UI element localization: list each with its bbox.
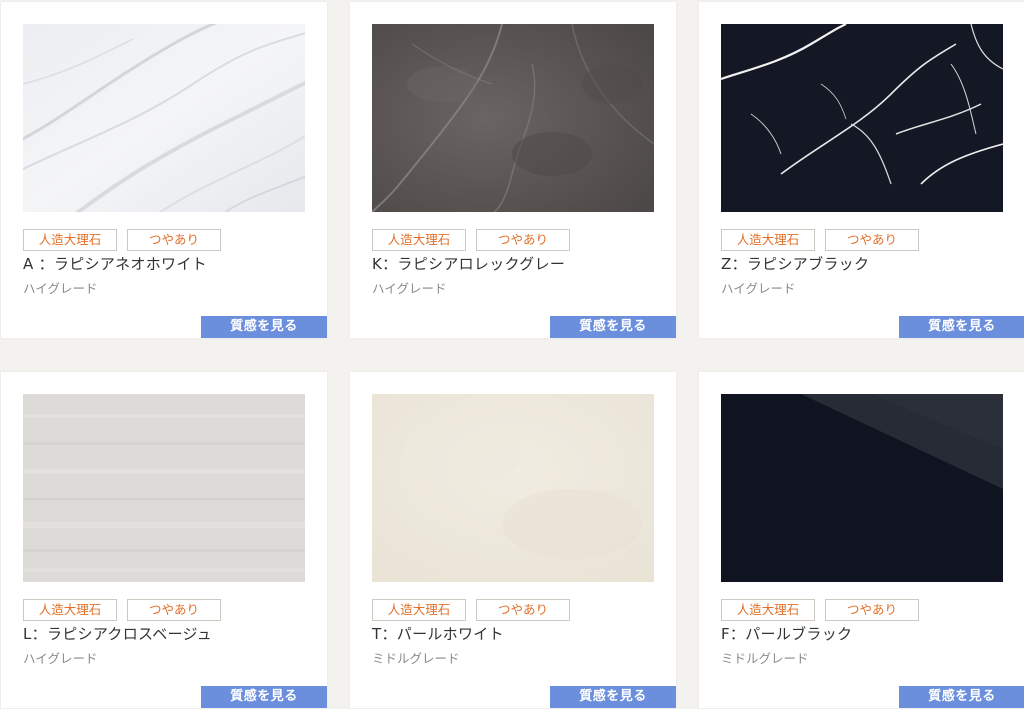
finish-tag: つやあり [127,599,221,621]
product-name: Z：ラピシアブラック [721,255,870,273]
material-tag: 人造大理石 [23,599,117,621]
material-tag: 人造大理石 [372,229,466,251]
product-card: 人造大理石 つやあり L：ラピシアクロスベージュ ハイグレード 質感を見る [1,372,327,708]
view-texture-button[interactable]: 質感を見る [201,316,327,338]
product-grade: ミドルグレード [721,651,809,666]
product-name: T：パールホワイト [372,625,504,643]
view-texture-button[interactable]: 質感を見る [550,686,676,708]
finish-tag: つやあり [127,229,221,251]
finish-tag: つやあり [825,599,919,621]
material-tag: 人造大理石 [23,229,117,251]
product-card: 人造大理石 つやあり K：ラピシアロレックグレー ハイグレード 質感を見る [350,2,676,338]
product-grade: ミドルグレード [372,651,460,666]
product-swatch-image[interactable] [23,394,305,582]
product-swatch-image[interactable] [372,24,654,212]
product-grade: ハイグレード [23,281,98,296]
product-swatch-image[interactable] [721,394,1003,582]
finish-tag: つやあり [476,229,570,251]
product-swatch-image[interactable] [23,24,305,212]
material-tag: 人造大理石 [721,599,815,621]
view-texture-button[interactable]: 質感を見る [201,686,327,708]
view-texture-button[interactable]: 質感を見る [899,316,1024,338]
material-tag: 人造大理石 [721,229,815,251]
view-texture-button[interactable]: 質感を見る [899,686,1024,708]
product-grade: ハイグレード [721,281,796,296]
product-swatch-image[interactable] [721,24,1003,212]
product-grade: ハイグレード [23,651,98,666]
finish-tag: つやあり [825,229,919,251]
product-grade: ハイグレード [372,281,447,296]
product-card: 人造大理石 つやあり T：パールホワイト ミドルグレード 質感を見る [350,372,676,708]
product-name: A ：ラピシアネオホワイト [23,255,207,273]
product-name: K：ラピシアロレックグレー [372,255,566,273]
view-texture-button[interactable]: 質感を見る [550,316,676,338]
product-grid: 人造大理石 つやあり A ：ラピシアネオホワイト ハイグレード 質感を見る 人造… [0,0,1024,709]
finish-tag: つやあり [476,599,570,621]
product-card: 人造大理石 つやあり Z：ラピシアブラック ハイグレード 質感を見る [699,2,1024,338]
material-tag: 人造大理石 [372,599,466,621]
product-name: L：ラピシアクロスベージュ [23,625,213,643]
product-card: 人造大理石 つやあり A ：ラピシアネオホワイト ハイグレード 質感を見る [1,2,327,338]
product-name: F：パールブラック [721,625,853,643]
product-card: 人造大理石 つやあり F：パールブラック ミドルグレード 質感を見る [699,372,1024,708]
product-swatch-image[interactable] [372,394,654,582]
